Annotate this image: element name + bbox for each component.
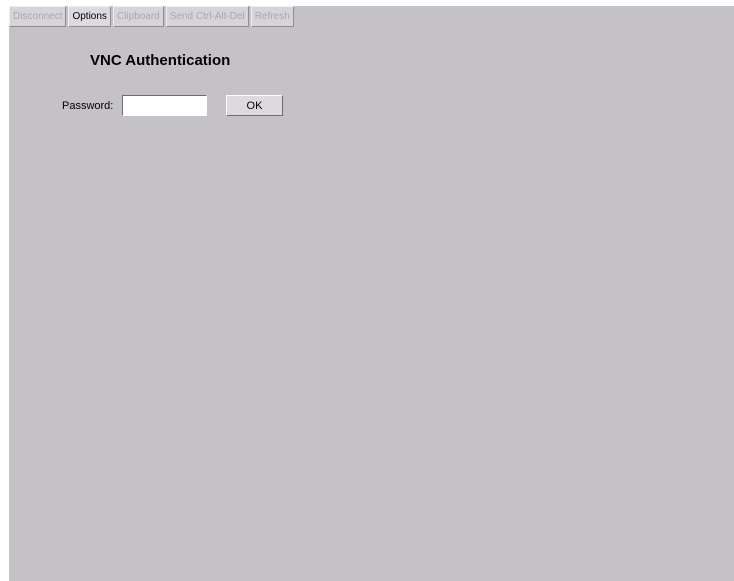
options-button[interactable]: Options — [68, 6, 111, 27]
password-label: Password: — [62, 100, 114, 112]
clipboard-button[interactable]: Clipboard — [112, 6, 164, 27]
disconnect-button[interactable]: Disconnect — [9, 6, 67, 27]
refresh-button[interactable]: Refresh — [250, 6, 294, 27]
ok-button[interactable]: OK — [226, 95, 283, 116]
auth-title: VNC Authentication — [90, 52, 231, 69]
toolbar: Disconnect Options Clipboard Send Ctrl-A… — [9, 6, 294, 27]
password-input[interactable] — [122, 95, 207, 116]
send-ctrl-alt-del-button[interactable]: Send Ctrl-Alt-Del — [165, 6, 249, 27]
vnc-viewer-panel: Disconnect Options Clipboard Send Ctrl-A… — [9, 6, 734, 581]
